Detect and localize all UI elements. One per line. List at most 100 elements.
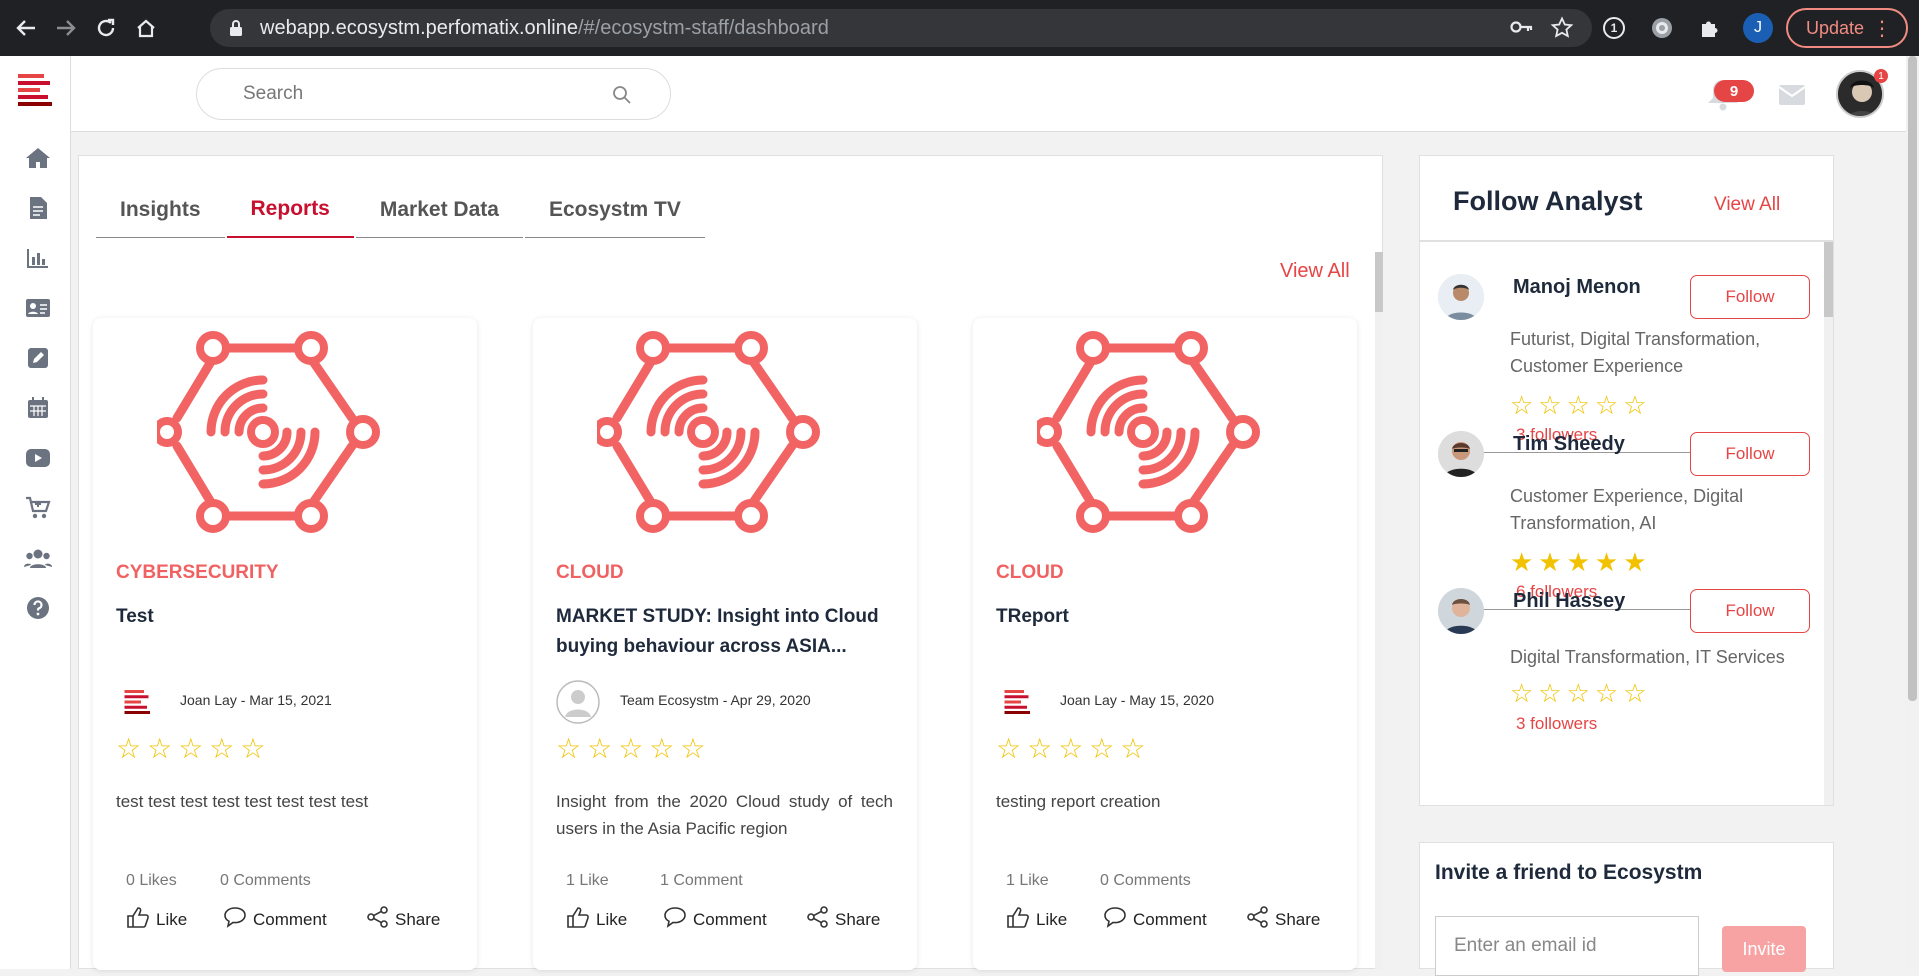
report-card[interactable]: CLOUD TReport Joan Lay - May 15, 2020 ☆☆… — [973, 318, 1357, 970]
contact-card-icon[interactable] — [24, 294, 52, 322]
card-comments-count: 0 Comments — [1100, 872, 1191, 889]
analyst-avatar[interactable] — [1438, 431, 1484, 477]
puzzle-extensions-icon[interactable] — [1696, 14, 1724, 42]
profile-avatar[interactable]: J — [1743, 13, 1773, 43]
bookmark-star-icon[interactable] — [1550, 16, 1574, 45]
extension-counter-icon[interactable]: 1 — [1600, 14, 1628, 42]
page-scrollbar[interactable] — [1906, 56, 1919, 969]
share-label: Share — [395, 909, 441, 929]
report-card[interactable]: CLOUD MARKET STUDY: Insight into Cloud b… — [533, 318, 917, 970]
comment-label: Comment — [1133, 909, 1207, 929]
analyst-list-scrollbar[interactable] — [1824, 242, 1833, 805]
card-rating-stars[interactable]: ☆☆☆☆☆ — [996, 732, 1152, 765]
comment-label: Comment — [693, 909, 767, 929]
document-icon[interactable] — [24, 194, 52, 222]
analyst-list-scrollbar-thumb[interactable] — [1824, 242, 1833, 317]
share-button[interactable]: Share — [807, 906, 880, 933]
invite-button[interactable]: Invite — [1722, 926, 1806, 972]
share-icon — [367, 906, 389, 933]
comment-button[interactable]: Comment — [223, 906, 327, 933]
report-hexagon-icon — [1032, 318, 1287, 543]
analyst-name[interactable]: Phil Hassey — [1513, 590, 1625, 613]
panel-scrollbar[interactable] — [1375, 252, 1383, 970]
kebab-menu-icon: ⋮ — [1872, 18, 1892, 40]
ecosystm-logo-icon[interactable] — [16, 72, 56, 117]
invite-email-input[interactable] — [1435, 916, 1699, 976]
comment-button[interactable]: Comment — [1103, 906, 1207, 933]
follow-button[interactable]: Follow — [1690, 432, 1810, 476]
tab-insights[interactable]: Insights — [96, 182, 225, 238]
card-title[interactable]: MARKET STUDY: Insight into Cloud buying … — [556, 602, 896, 662]
like-button[interactable]: Like — [1006, 906, 1067, 933]
analyst-expertise: Digital Transformation, IT Services — [1510, 647, 1785, 667]
analyst-followers[interactable]: 3 followers — [1516, 714, 1597, 734]
card-title[interactable]: Test — [116, 602, 456, 632]
tab-ecosystm-tv[interactable]: Ecosystm TV — [524, 182, 705, 238]
card-author: Joan Lay - Mar 15, 2021 — [180, 692, 332, 708]
search-box[interactable] — [196, 68, 671, 120]
back-arrow-icon[interactable] — [10, 12, 42, 44]
report-card[interactable]: CYBERSECURITY Test Joan Lay - Mar 15, 20… — [93, 318, 477, 970]
view-all-reports-link[interactable]: View All — [1280, 260, 1350, 283]
analyst-avatar[interactable] — [1438, 588, 1484, 634]
invite-friend-panel: Invite a friend to Ecosystm Invite — [1419, 842, 1834, 976]
follow-button[interactable]: Follow — [1690, 275, 1810, 319]
share-button[interactable]: Share — [1247, 906, 1320, 933]
card-description: test test test test test test test test — [116, 792, 369, 811]
card-likes-count: 1 Like — [1006, 872, 1049, 889]
speech-bubble-icon — [1103, 906, 1127, 933]
tab-reports[interactable]: Reports — [226, 182, 354, 238]
video-play-icon[interactable] — [24, 444, 52, 472]
mail-icon[interactable] — [1778, 84, 1806, 111]
content-panel: Insights Reports Market Data Ecosystm TV… — [78, 155, 1383, 970]
analyst-expertise: Futurist, Digital Transformation, Custom… — [1510, 329, 1761, 376]
analyst-name[interactable]: Tim Sheedy — [1513, 433, 1625, 456]
app-topbar: 9 1 — [71, 56, 1919, 132]
analyst-rating-stars[interactable]: ☆☆☆☆☆ — [1510, 678, 1652, 709]
reload-icon[interactable] — [90, 12, 122, 44]
card-rating-stars[interactable]: ☆☆☆☆☆ — [116, 732, 272, 765]
view-all-analysts-link[interactable]: View All — [1714, 194, 1780, 216]
ecosystm-logo-icon — [116, 680, 160, 724]
forward-arrow-icon[interactable] — [50, 12, 82, 44]
thumbs-up-icon — [1006, 906, 1030, 933]
report-hexagon-icon — [152, 318, 407, 543]
home-icon[interactable] — [24, 144, 52, 172]
lock-icon — [228, 19, 244, 42]
help-question-icon[interactable] — [24, 594, 52, 622]
card-category: CLOUD — [556, 562, 624, 583]
panel-scrollbar-thumb[interactable] — [1375, 252, 1383, 312]
like-label: Like — [596, 909, 628, 929]
card-rating-stars[interactable]: ☆☆☆☆☆ — [556, 732, 712, 765]
card-comments-count: 1 Comment — [660, 872, 743, 889]
left-sidebar — [0, 56, 71, 969]
address-bar[interactable]: webapp.ecosystm.perfomatix.online/#/ecos… — [210, 9, 1592, 47]
analyst-name[interactable]: Manoj Menon — [1513, 276, 1641, 299]
extension-circle-icon[interactable] — [1648, 14, 1676, 42]
search-input[interactable] — [243, 81, 603, 107]
analyst-avatar[interactable] — [1438, 274, 1484, 320]
follow-button[interactable]: Follow — [1690, 589, 1810, 633]
calendar-icon[interactable] — [24, 394, 52, 422]
home-icon[interactable] — [130, 12, 162, 44]
users-group-icon[interactable] — [24, 544, 52, 572]
search-icon[interactable] — [612, 85, 632, 110]
share-icon — [807, 906, 829, 933]
share-icon — [1247, 906, 1269, 933]
card-likes-count: 0 Likes — [126, 872, 177, 889]
cart-icon[interactable] — [24, 494, 52, 522]
update-button[interactable]: Update ⋮ — [1786, 8, 1908, 48]
key-icon[interactable] — [1510, 18, 1534, 41]
comment-label: Comment — [253, 909, 327, 929]
card-title[interactable]: TReport — [996, 602, 1336, 632]
card-description: testing report creation — [996, 792, 1161, 811]
share-button[interactable]: Share — [367, 906, 440, 933]
thumbs-up-icon — [126, 906, 150, 933]
like-button[interactable]: Like — [126, 906, 187, 933]
comment-button[interactable]: Comment — [663, 906, 767, 933]
like-button[interactable]: Like — [566, 906, 627, 933]
page-scrollbar-thumb[interactable] — [1908, 56, 1917, 701]
bar-chart-icon[interactable] — [24, 244, 52, 272]
tab-market-data[interactable]: Market Data — [355, 182, 523, 238]
edit-pencil-icon[interactable] — [24, 344, 52, 372]
